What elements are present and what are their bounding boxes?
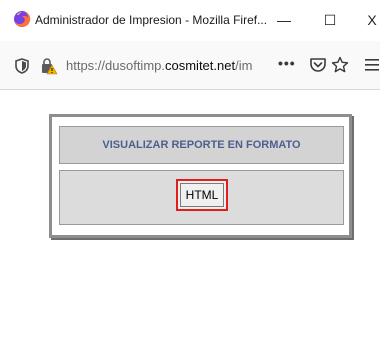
html-format-button[interactable]: HTML xyxy=(180,183,224,207)
navigation-bar: https://dusoftimp.cosmitet.net/im ••• xyxy=(0,41,380,90)
minimize-icon: — xyxy=(277,12,291,28)
star-icon[interactable] xyxy=(331,56,349,74)
browser-window: Administrador de Impresion - Mozilla Fir… xyxy=(0,0,380,354)
minimize-button[interactable]: — xyxy=(272,8,296,32)
window-title: Administrador de Impresion - Mozilla Fir… xyxy=(35,13,268,27)
close-icon: X xyxy=(367,12,377,28)
shield-icon[interactable] xyxy=(15,58,29,74)
maximize-button[interactable]: ☐ xyxy=(318,8,342,32)
pocket-icon[interactable] xyxy=(309,56,327,74)
url-bar[interactable]: https://dusoftimp.cosmitet.net/im xyxy=(66,58,271,73)
hamburger-menu-icon[interactable] xyxy=(364,57,380,73)
firefox-icon xyxy=(14,10,31,27)
close-button[interactable]: X xyxy=(360,8,380,32)
panel-header: VISUALIZAR REPORTE EN FORMATO xyxy=(59,126,344,164)
panel-body: HTML xyxy=(59,170,344,225)
url-prefix: https://dusoftimp. xyxy=(66,58,165,73)
lock-warning-icon[interactable] xyxy=(40,57,58,75)
title-bar: Administrador de Impresion - Mozilla Fir… xyxy=(0,0,380,41)
page-actions-menu-button[interactable]: ••• xyxy=(278,55,296,71)
report-format-panel: VISUALIZAR REPORTE EN FORMATO HTML xyxy=(49,114,352,238)
html-format-button-highlight[interactable]: HTML xyxy=(176,179,228,211)
maximize-icon: ☐ xyxy=(323,11,337,28)
url-suffix: /im xyxy=(235,58,253,73)
url-domain: cosmitet.net xyxy=(165,58,236,73)
